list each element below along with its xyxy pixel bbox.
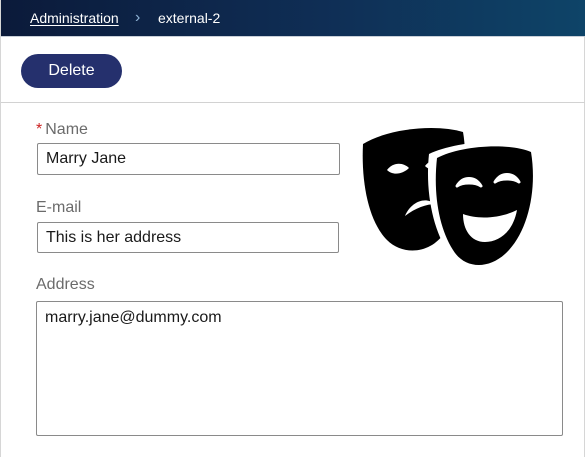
- email-input[interactable]: [37, 222, 339, 253]
- breadcrumb-current: external-2: [158, 10, 221, 26]
- edit-user-page: Administration › external-2 Delete * Name…: [0, 0, 585, 457]
- toolbar-divider: [1, 102, 585, 103]
- address-textarea[interactable]: marry.jane@dummy.com: [36, 301, 563, 436]
- breadcrumb-administration-link[interactable]: Administration: [30, 10, 119, 26]
- name-label: Name: [45, 121, 88, 138]
- address-label: Address: [36, 276, 95, 293]
- theater-masks-icon: [362, 128, 539, 271]
- email-label: E-mail: [36, 199, 82, 216]
- name-label-row: * Name: [36, 121, 88, 139]
- name-input[interactable]: [37, 143, 340, 175]
- delete-button[interactable]: Delete: [21, 54, 122, 88]
- breadcrumb-chevron-icon: ›: [135, 9, 141, 26]
- required-marker: *: [36, 121, 43, 138]
- breadcrumb: Administration › external-2: [1, 0, 585, 37]
